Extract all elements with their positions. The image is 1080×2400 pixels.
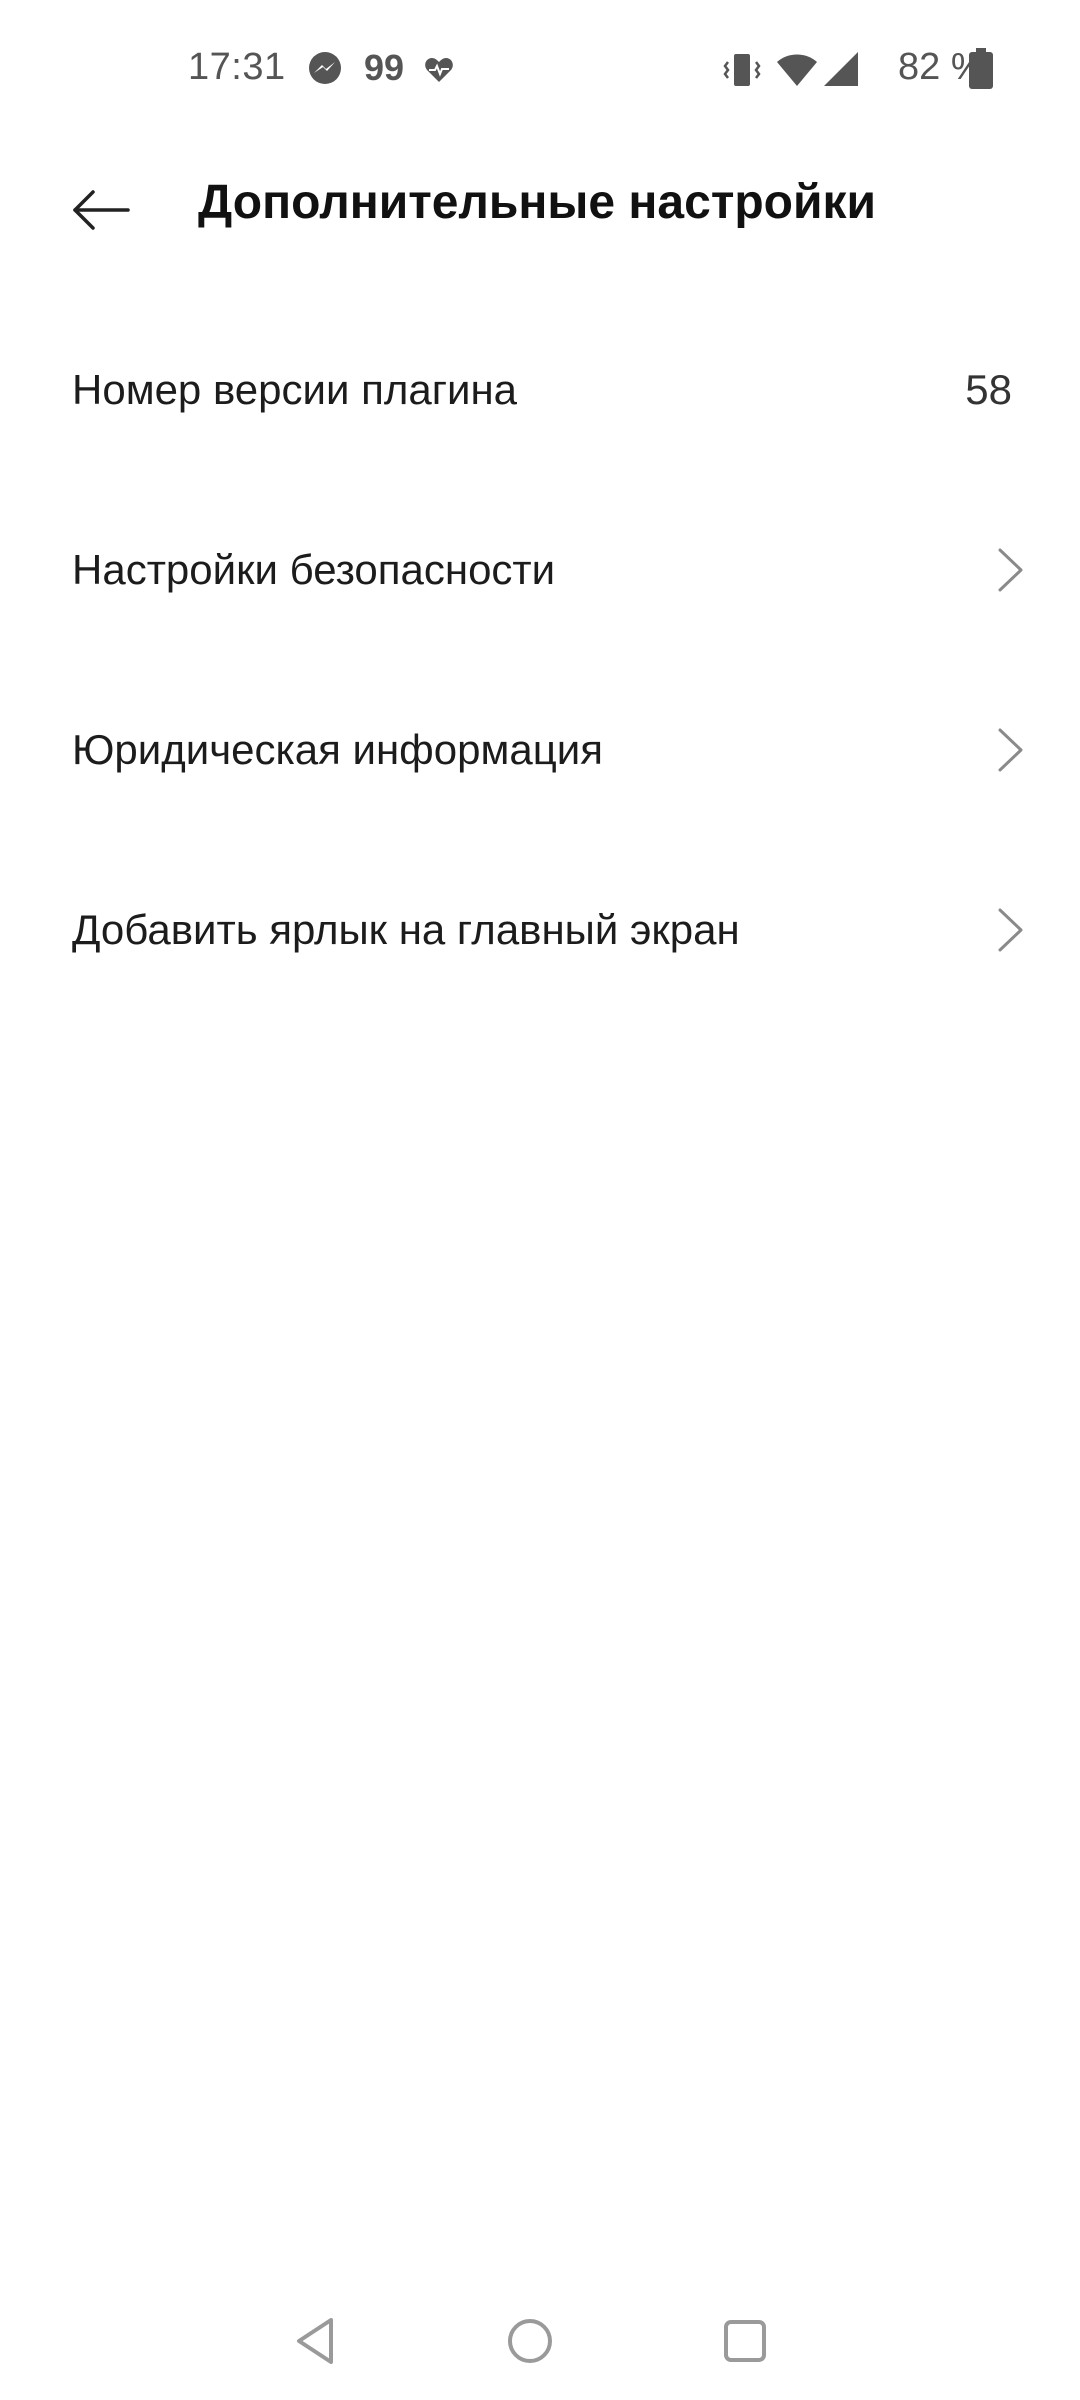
app-header: Дополнительные настройки [0, 140, 1080, 270]
plugin-version-label: Номер версии плагина [72, 366, 518, 413]
page-title: Дополнительные настройки [198, 176, 876, 229]
legal-info-label: Юридическая информация [72, 726, 603, 773]
wifi-icon [777, 54, 817, 86]
notification-count: 99 [364, 47, 405, 88]
settings-list: Номер версии плагина 58 Настройки безопа… [0, 300, 1080, 1020]
security-settings-item[interactable]: Настройки безопасности [0, 480, 1080, 660]
chevron-right-icon [998, 548, 1023, 592]
navigation-bar [0, 2280, 1080, 2400]
battery-icon [969, 48, 993, 89]
security-settings-label: Настройки безопасности [72, 546, 556, 593]
back-triangle-icon [297, 2318, 333, 2364]
plugin-version-value: 58 [965, 366, 1012, 413]
add-shortcut-label: Добавить ярлык на главный экран [72, 906, 740, 953]
chevron-right-icon [998, 728, 1023, 772]
messenger-icon [309, 52, 341, 84]
heart-icon [425, 58, 453, 82]
vibrate-icon [723, 54, 761, 86]
status-time: 17:31 [188, 46, 286, 88]
chevron-right-icon [998, 908, 1023, 952]
nav-recents-button[interactable] [710, 2306, 780, 2376]
plugin-version-row: Номер версии плагина 58 [0, 300, 1080, 480]
screen: 17:31 99 82 % Дополнительные настройки Н… [0, 0, 1080, 2400]
recents-square-icon [724, 2320, 766, 2362]
status-bar: 17:31 99 82 % [0, 0, 1080, 140]
home-circle-icon [508, 2319, 552, 2363]
nav-back-button[interactable] [280, 2306, 350, 2376]
nav-home-button[interactable] [495, 2306, 565, 2376]
signal-icon [824, 52, 858, 86]
arrow-left-icon [73, 190, 130, 230]
add-shortcut-item[interactable]: Добавить ярлык на главный экран [0, 840, 1080, 1020]
back-button[interactable] [56, 170, 146, 250]
legal-info-item[interactable]: Юридическая информация [0, 660, 1080, 840]
